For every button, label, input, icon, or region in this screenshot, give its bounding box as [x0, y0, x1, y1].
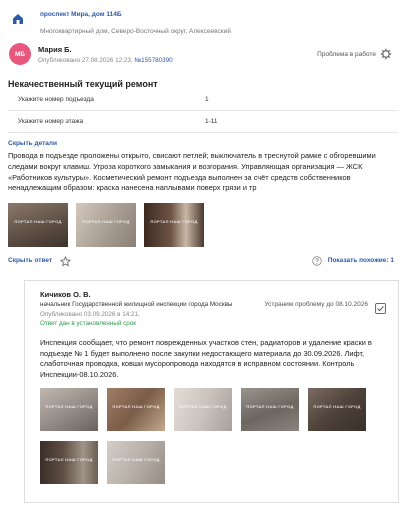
photo-watermark: ПОРТАЛ НАШ ГОРОД	[45, 404, 93, 409]
field-value: 1-11	[205, 118, 218, 125]
photo-watermark: ПОРТАЛ НАШ ГОРОД	[112, 404, 160, 409]
photo-thumbnail[interactable]: ПОРТАЛ НАШ ГОРОД	[8, 203, 68, 247]
photo-watermark: ПОРТАЛ НАШ ГОРОД	[179, 404, 227, 409]
photo-thumbnail[interactable]: ПОРТАЛ НАШ ГОРОД	[144, 203, 204, 247]
photo-thumbnail[interactable]: ПОРТАЛ НАШ ГОРОД	[76, 203, 136, 247]
star-icon[interactable]	[60, 256, 71, 267]
status-label: Проблема в работе	[317, 51, 376, 58]
field-row: Укажите номер подъезда 1	[8, 89, 398, 111]
published-date: Опубликовано 27.08.2026 12:23,	[38, 57, 135, 64]
in-progress-icon	[380, 48, 392, 60]
address-header: проспект Мира, дом 114Б Многоквартирный …	[8, 8, 398, 40]
photo-watermark: ПОРТАЛ НАШ ГОРОД	[112, 457, 160, 462]
reply-photos: ПОРТАЛ НАШ ГОРОД ПОРТАЛ НАШ ГОРОД ПОРТАЛ…	[40, 388, 390, 488]
field-label: Укажите номер этажа	[18, 118, 84, 125]
issue-description: Провода в подъезде проложены открыто, св…	[8, 151, 376, 193]
photo-thumbnail[interactable]: ПОРТАЛ НАШ ГОРОД	[40, 441, 98, 484]
photo-thumbnail[interactable]: ПОРТАЛ НАШ ГОРОД	[40, 388, 98, 431]
field-row: Укажите номер этажа 1-11	[8, 111, 398, 133]
address-subtitle: Многоквартирный дом, Северо-Восточный ок…	[40, 28, 231, 35]
reply-published: Опубликовано 03.09.2026 в 14:21,	[40, 311, 140, 318]
photo-thumbnail[interactable]: ПОРТАЛ НАШ ГОРОД	[308, 388, 366, 431]
photo-watermark: ПОРТАЛ НАШ ГОРОД	[14, 219, 62, 224]
photo-watermark: ПОРТАЛ НАШ ГОРОД	[150, 219, 198, 224]
photo-thumbnail[interactable]: ПОРТАЛ НАШ ГОРОД	[107, 441, 165, 484]
question-icon[interactable]	[312, 256, 322, 266]
reply-text: Инспекция сообщает, что ремонт поврежден…	[40, 338, 372, 379]
issue-actions: Скрыть ответ Показать похожие: 1	[8, 256, 398, 268]
official-reply: Кичиков О. В. начальник Государственной …	[24, 280, 399, 503]
photo-watermark: ПОРТАЛ НАШ ГОРОД	[82, 219, 130, 224]
author-published: Опубликовано 27.08.2026 12:23, №15578039…	[38, 57, 173, 64]
reply-author-name: Кичиков О. В.	[40, 290, 91, 299]
issue-title: Некачественный текущий ремонт	[8, 79, 158, 89]
hide-reply-link[interactable]: Скрыть ответ	[8, 257, 52, 264]
house-icon	[13, 14, 23, 24]
author-block: МБ Мария Б. Опубликовано 27.08.2026 12:2…	[8, 42, 398, 72]
photo-watermark: ПОРТАЛ НАШ ГОРОД	[313, 404, 361, 409]
field-value: 1	[205, 96, 209, 103]
hide-details-link[interactable]: Скрыть детали	[8, 140, 57, 147]
photo-thumbnail[interactable]: ПОРТАЛ НАШ ГОРОД	[107, 388, 165, 431]
reply-author-role: начальник Государственной жилищной инспе…	[40, 301, 233, 308]
address-title[interactable]: проспект Мира, дом 114Б	[40, 11, 122, 18]
issue-number[interactable]: №155780390	[134, 57, 172, 64]
photo-watermark: ПОРТАЛ НАШ ГОРОД	[246, 404, 294, 409]
photo-watermark: ПОРТАЛ НАШ ГОРОД	[45, 457, 93, 462]
avatar: МБ	[9, 43, 31, 65]
photo-thumbnail[interactable]: ПОРТАЛ НАШ ГОРОД	[174, 388, 232, 431]
issue-fields: Укажите номер подъезда 1 Укажите номер э…	[8, 89, 398, 133]
field-label: Укажите номер подъезда	[18, 96, 94, 103]
checkbox-icon	[375, 303, 386, 314]
author-name: Мария Б.	[38, 45, 72, 54]
fix-deadline: Устраним проблему до 08.10.2026	[264, 301, 368, 308]
photo-thumbnail[interactable]: ПОРТАЛ НАШ ГОРОД	[241, 388, 299, 431]
show-similar-link[interactable]: Показать похожие: 1	[328, 257, 394, 264]
reply-on-time-badge: Ответ дан в установленный срок	[40, 320, 137, 327]
